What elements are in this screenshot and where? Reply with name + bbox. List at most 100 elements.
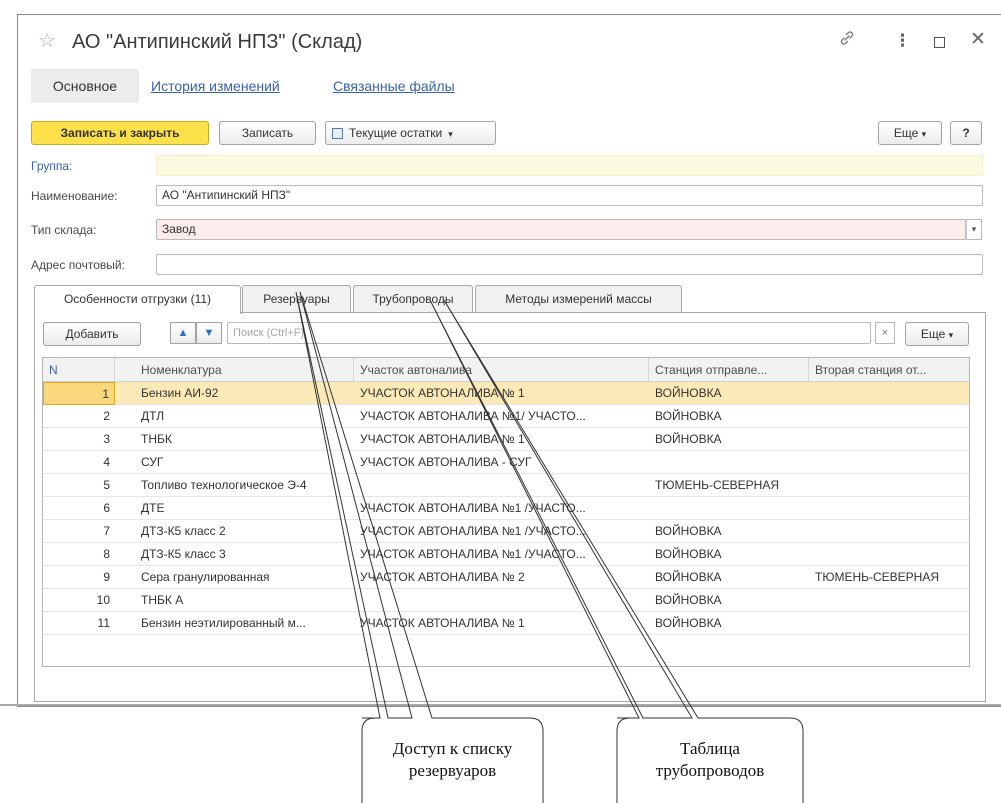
station-cell[interactable] (649, 497, 809, 520)
move-up-icon[interactable]: ▲ (170, 322, 196, 344)
station-cell[interactable]: ВОЙНОВКА (649, 405, 809, 428)
second-station-cell[interactable]: ТЮМЕНЬ-СЕВЕРНАЯ (809, 566, 969, 589)
row-number-cell[interactable]: 2 (43, 405, 115, 428)
station-cell[interactable]: ВОЙНОВКА (649, 612, 809, 635)
station-cell[interactable]: ВОЙНОВКА (649, 520, 809, 543)
area-cell[interactable]: УЧАСТОК АВТОНАЛИВА №1/ УЧАСТО... (354, 405, 649, 428)
table-row[interactable]: 2 ДТЛ УЧАСТОК АВТОНАЛИВА №1/ УЧАСТО... ВОЙН… (43, 405, 969, 428)
link-icon[interactable] (838, 29, 856, 52)
second-station-cell[interactable] (809, 589, 969, 612)
table-row[interactable]: 6 ДТЕ УЧАСТОК АВТОНАЛИВА №1 /УЧАСТО... (43, 497, 969, 520)
table-row[interactable]: 10 ТНБК А ВОЙНОВКА (43, 589, 969, 612)
tab-mass-methods[interactable]: Методы измерений массы (475, 285, 682, 313)
station-cell[interactable]: ВОЙНОВКА (649, 382, 809, 405)
maximize-icon[interactable] (934, 37, 945, 48)
item-cell[interactable]: СУГ (135, 451, 354, 474)
area-cell[interactable] (354, 589, 649, 612)
area-cell[interactable]: УЧАСТОК АВТОНАЛИВА № 1 (354, 612, 649, 635)
save-button[interactable]: Записать (219, 121, 316, 145)
area-cell[interactable]: УЧАСТОК АВТОНАЛИВА №1 /УЧАСТО... (354, 497, 649, 520)
second-station-cell[interactable] (809, 497, 969, 520)
item-cell[interactable]: ДТЛ (135, 405, 354, 428)
row-number-cell[interactable]: 7 (43, 520, 115, 543)
area-cell[interactable]: УЧАСТОК АВТОНАЛИВА № 1 (354, 382, 649, 405)
area-cell[interactable]: УЧАСТОК АВТОНАЛИВА №1 /УЧАСТО... (354, 520, 649, 543)
tab-related-files[interactable]: Связанные файлы (333, 69, 455, 103)
item-cell[interactable]: Топливо технологическое Э-4 (135, 474, 354, 497)
close-icon[interactable]: ✕ (970, 30, 986, 50)
save-and-close-button[interactable]: Записать и закрыть (31, 121, 209, 145)
area-cell[interactable]: УЧАСТОК АВТОНАЛИВА № 1 (354, 428, 649, 451)
row-number-cell[interactable]: 1 (43, 382, 115, 405)
help-button[interactable]: ? (950, 121, 982, 145)
item-cell[interactable]: ТНБК А (135, 589, 354, 612)
item-cell[interactable]: ДТЗ-К5 класс 3 (135, 543, 354, 566)
row-number-cell[interactable]: 10 (43, 589, 115, 612)
table-row[interactable]: 11 Бензин неэтилированный м... УЧАСТОК АВТ… (43, 612, 969, 635)
table-row[interactable]: 1 Бензин АИ-92 УЧАСТОК АВТОНАЛИВА № 1 ВОЙНО… (43, 382, 969, 405)
second-station-cell[interactable] (809, 382, 969, 405)
column-header-station[interactable]: Станция отправле... (649, 358, 809, 382)
move-down-icon[interactable]: ▼ (196, 322, 222, 344)
table-row[interactable]: 4 СУГ УЧАСТОК АВТОНАЛИВА - СУГ (43, 451, 969, 474)
item-cell[interactable]: ТНБК (135, 428, 354, 451)
second-station-cell[interactable] (809, 451, 969, 474)
item-cell[interactable]: ДТЕ (135, 497, 354, 520)
second-station-cell[interactable] (809, 520, 969, 543)
station-cell[interactable]: ВОЙНОВКА (649, 566, 809, 589)
row-number-cell[interactable]: 11 (43, 612, 115, 635)
station-cell[interactable]: ВОЙНОВКА (649, 543, 809, 566)
column-header-station2[interactable]: Вторая станция от... (809, 358, 969, 382)
search-input[interactable]: Поиск (Ctrl+F) (227, 322, 871, 344)
area-cell[interactable]: УЧАСТОК АВТОНАЛИВА - СУГ (354, 451, 649, 474)
row-number-cell[interactable]: 9 (43, 566, 115, 589)
column-header-area[interactable]: Участок автоналива (354, 358, 649, 382)
station-cell[interactable]: ВОЙНОВКА (649, 428, 809, 451)
group-label[interactable]: Группа: (31, 159, 72, 173)
column-header-n[interactable]: N (43, 358, 115, 382)
table-row[interactable]: 8 ДТЗ-К5 класс 3 УЧАСТОК АВТОНАЛИВА №1 /УЧ… (43, 543, 969, 566)
row-number-cell[interactable]: 8 (43, 543, 115, 566)
tab-main[interactable]: Основное (31, 69, 139, 103)
star-icon[interactable]: ☆ (38, 31, 56, 51)
more-icon[interactable]: ⋮ (894, 31, 911, 51)
item-cell[interactable]: Сера гранулированная (135, 566, 354, 589)
current-balances-button[interactable]: Текущие остатки ▾ (325, 121, 496, 145)
tab-history[interactable]: История изменений (151, 69, 280, 103)
second-station-cell[interactable] (809, 405, 969, 428)
table-row[interactable]: 7 ДТЗ-К5 класс 2 УЧАСТОК АВТОНАЛИВА №1 /УЧ… (43, 520, 969, 543)
table-row[interactable]: 5 Топливо технологическое Э-4 ТЮМЕНЬ-СЕВЕР… (43, 474, 969, 497)
table-row[interactable]: 9 Сера гранулированная УЧАСТОК АВТОНАЛИВА … (43, 566, 969, 589)
add-button[interactable]: Добавить (43, 322, 141, 346)
row-number-cell[interactable]: 4 (43, 451, 115, 474)
row-number-cell[interactable]: 3 (43, 428, 115, 451)
dropdown-arrow-icon[interactable]: ▾ (966, 219, 982, 240)
second-station-cell[interactable] (809, 612, 969, 635)
item-cell[interactable]: Бензин АИ-92 (135, 382, 354, 405)
tab-shipment-features[interactable]: Особенности отгрузки (11) (34, 285, 241, 314)
tab-pipelines[interactable]: Трубопроводы (353, 285, 473, 313)
area-cell[interactable] (354, 474, 649, 497)
warehouse-type-field[interactable]: Завод (156, 219, 966, 240)
item-cell[interactable]: Бензин неэтилированный м... (135, 612, 354, 635)
tab-reservoirs[interactable]: Резервуары (242, 285, 351, 313)
area-cell[interactable]: УЧАСТОК АВТОНАЛИВА № 2 (354, 566, 649, 589)
row-number-cell[interactable]: 6 (43, 497, 115, 520)
address-field[interactable] (156, 254, 983, 275)
station-cell[interactable]: ТЮМЕНЬ-СЕВЕРНАЯ (649, 474, 809, 497)
name-field[interactable]: АО "Антипинский НПЗ" (156, 185, 983, 206)
second-station-cell[interactable] (809, 428, 969, 451)
station-cell[interactable]: ВОЙНОВКА (649, 589, 809, 612)
table-row[interactable]: 3 ТНБК УЧАСТОК АВТОНАЛИВА № 1 ВОЙНОВКА (43, 428, 969, 451)
second-station-cell[interactable] (809, 474, 969, 497)
clear-search-icon[interactable]: × (875, 322, 895, 344)
second-station-cell[interactable] (809, 543, 969, 566)
item-cell[interactable]: ДТЗ-К5 класс 2 (135, 520, 354, 543)
station-cell[interactable] (649, 451, 809, 474)
column-header-item[interactable]: Номенклатура (135, 358, 354, 382)
area-cell[interactable]: УЧАСТОК АВТОНАЛИВА №1 /УЧАСТО... (354, 543, 649, 566)
table-more-button[interactable]: Еще ▾ (905, 322, 969, 346)
group-field[interactable] (156, 155, 983, 176)
row-number-cell[interactable]: 5 (43, 474, 115, 497)
more-actions-button[interactable]: Еще ▾ (878, 121, 942, 145)
